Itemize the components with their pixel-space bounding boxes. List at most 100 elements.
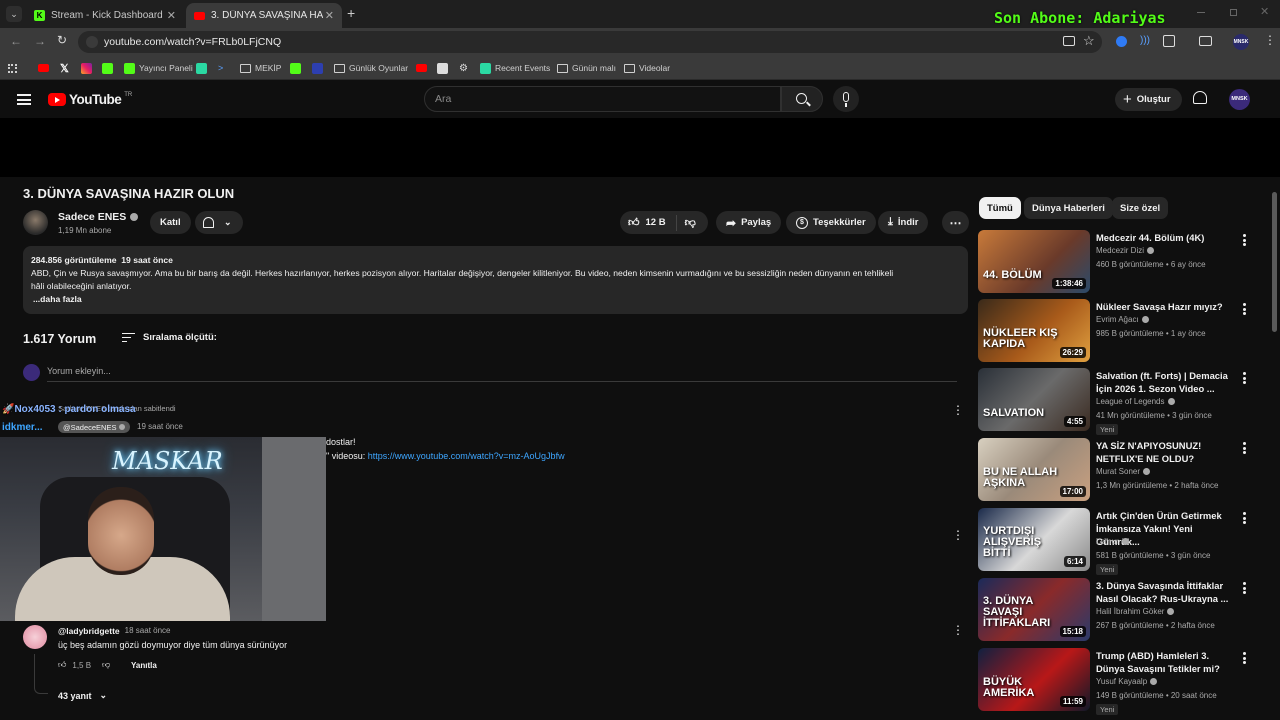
minimize-icon[interactable] [1197, 12, 1205, 13]
more-actions-button[interactable]: ⋯ [942, 211, 969, 234]
forward-icon[interactable]: → [34, 34, 46, 48]
create-button[interactable]: + Oluştur [1115, 88, 1182, 111]
window-close-icon[interactable]: ✕ [1260, 5, 1269, 18]
recommended-video-card[interactable]: 44. BÖLÜM 1:38:46 Medcezir 44. Bölüm (4K) M… [978, 230, 1268, 296]
site-info-icon[interactable] [86, 36, 98, 48]
video-player-area[interactable] [0, 118, 1280, 177]
chip-for-you[interactable]: Size özel [1112, 197, 1169, 219]
search-button[interactable] [781, 86, 823, 112]
like-button[interactable]: 👍︎ 12 B [620, 214, 677, 231]
tab-youtube-video[interactable]: 3. DÜNYA SAVAŞINA HAZIR OL ✕ [186, 3, 342, 28]
hamburger-menu-icon[interactable] [17, 94, 31, 105]
dislike-button[interactable]: 👎︎ [677, 216, 704, 229]
video-thumbnail[interactable]: 3. DÜNYA SAVAŞI İTTİFAKLARI 15:18 [978, 578, 1090, 641]
comment-options-icon[interactable]: ⋮ [952, 623, 964, 637]
channel-name[interactable]: Lemur [1096, 537, 1129, 546]
bookmark-app[interactable] [196, 61, 207, 75]
comment-options-icon[interactable]: ⋮ [952, 528, 964, 542]
chip-all[interactable]: Tümü [979, 197, 1021, 219]
add-comment-input[interactable]: Yorum ekleyin... [47, 366, 957, 382]
video-thumbnail[interactable]: NÜKLEER KIŞ KAPIDA 26:29 [978, 299, 1090, 362]
video-title[interactable]: Trump (ABD) Hamleleri 3. Dünya Savaşını … [1096, 649, 1236, 675]
more-options-icon[interactable] [1243, 512, 1246, 524]
description-box[interactable]: 284.856 görüntüleme 19 saat önce ABD, Çi… [23, 246, 968, 314]
more-options-icon[interactable] [1243, 372, 1246, 384]
recommended-video-card[interactable]: NÜKLEER KIŞ KAPIDA 26:29 Nükleer Savaşa Ha… [978, 299, 1268, 365]
more-options-icon[interactable] [1243, 234, 1246, 246]
maximize-icon[interactable] [1230, 9, 1237, 16]
close-icon[interactable]: ✕ [325, 9, 334, 22]
page-scrollbar[interactable] [1272, 192, 1277, 332]
channel-name[interactable]: Yusuf Kayaalp [1096, 677, 1158, 686]
recommended-video-card[interactable]: 3. DÜNYA SAVAŞI İTTİFAKLARI 15:18 3. Dünya… [978, 578, 1268, 644]
recommended-video-card[interactable]: BU NE ALLAH AŞKINA 17:00 YA SİZ N'APIYOSUN… [978, 438, 1268, 504]
video-title[interactable]: Nükleer Savaşa Hazır mıyız? [1096, 300, 1236, 313]
reload-icon[interactable]: ↻ [57, 33, 67, 47]
notifications-bell-icon[interactable] [1193, 91, 1207, 104]
share-button[interactable]: ➦ Paylaş [716, 211, 782, 234]
back-icon[interactable]: ← [10, 34, 22, 48]
channel-name[interactable]: Evrim Ağacı [1096, 315, 1149, 324]
channel-name[interactable]: Sadece ENES [58, 211, 139, 223]
search-input[interactable]: Ara [424, 86, 781, 112]
close-icon[interactable]: ✕ [167, 9, 176, 22]
bookmark-kick-2[interactable] [290, 61, 301, 75]
channel-name[interactable]: League of Legends [1096, 397, 1175, 406]
comment-avatar[interactable] [23, 625, 47, 649]
extension-icon[interactable] [1116, 36, 1127, 47]
recommended-video-card[interactable]: SALVATION 4:55 Salvation (ft. Forts) | Dem… [978, 368, 1268, 435]
tab-kick-dashboard[interactable]: K Stream - Kick Dashboard ✕ [26, 3, 184, 28]
browser-menu-icon[interactable]: ⋮ [1264, 33, 1276, 47]
video-thumbnail[interactable]: SALVATION 4:55 [978, 368, 1090, 431]
bookmark-instagram[interactable] [81, 61, 92, 75]
comment-author[interactable]: @ladybridgette [58, 626, 120, 636]
pinned-author-chip[interactable]: @SadeceENES [58, 421, 131, 433]
channel-avatar[interactable] [23, 210, 48, 235]
channel-name[interactable]: Halil İbrahim Göker [1096, 607, 1175, 616]
bookmark-x[interactable]: 𝕏 [60, 61, 69, 75]
extensions-puzzle-icon[interactable] [1163, 35, 1175, 47]
sort-button[interactable]: Sıralama ölçütü: [122, 332, 217, 343]
pinned-comment-options[interactable]: ⋮ [952, 403, 964, 417]
bookmark-openai[interactable]: ⚙ [459, 61, 468, 75]
bookmark-gunun-mali[interactable]: Günün malı [557, 61, 616, 75]
youtube-logo[interactable]: YouTube TR [48, 92, 132, 107]
video-title[interactable]: Salvation (ft. Forts) | Demacia İçin 202… [1096, 369, 1236, 395]
replies-toggle[interactable]: 43 yanıt ⌄ [58, 690, 107, 701]
more-options-icon[interactable] [1243, 582, 1246, 594]
comment-dislike-icon[interactable]: 👎︎ [102, 660, 110, 670]
bookmark-youtube[interactable] [38, 61, 49, 75]
recommended-video-card[interactable]: BÜYÜK AMERİKA 11:59 Trump (ABD) Hamleleri … [978, 648, 1268, 715]
pinned-link[interactable]: https://www.youtube.com/watch?v=mz-AoUgJ… [368, 451, 565, 461]
reply-button[interactable]: Yanıtla [131, 661, 157, 670]
account-avatar[interactable]: MNSK [1229, 89, 1250, 110]
video-thumbnail[interactable]: 44. BÖLÜM 1:38:46 [978, 230, 1090, 293]
bookmark-yayinci-paneli[interactable]: Yayıncı Paneli [124, 61, 193, 75]
download-button[interactable]: ⤓ İndir [878, 211, 929, 234]
tab-list-chevron-icon[interactable]: ⌄ [6, 6, 22, 22]
video-thumbnail[interactable]: YURTDIŞI ALIŞVERİŞ BİTTİ 6:14 [978, 508, 1090, 571]
bookmark-image[interactable] [437, 61, 448, 75]
bookmark-videolar[interactable]: Videolar [624, 61, 670, 75]
chip-world-news[interactable]: Dünya Haberleri [1024, 197, 1113, 219]
more-options-icon[interactable] [1243, 652, 1246, 664]
more-options-icon[interactable] [1243, 303, 1246, 315]
video-thumbnail[interactable]: BÜYÜK AMERİKA 11:59 [978, 648, 1090, 711]
bookmark-gunluk-oyunlar[interactable]: Günlük Oyunlar [334, 61, 408, 75]
bookmark-youtube-2[interactable] [416, 61, 427, 75]
bookmark-blue[interactable] [312, 61, 323, 75]
bookmark-mekip[interactable]: MEKİP [240, 61, 281, 75]
bookmark-star-icon[interactable]: ☆ [1083, 33, 1095, 49]
profile-avatar[interactable]: MNSK [1233, 34, 1249, 50]
apps-grid-icon[interactable] [8, 61, 17, 75]
video-title[interactable]: YA SİZ N'APIYOSUNUZ! NETFLIX'E NE OLDU? [1096, 439, 1236, 465]
bookmark-terminal[interactable]: > [218, 61, 223, 75]
channel-name[interactable]: Medcezir Dizi [1096, 246, 1155, 255]
channel-name[interactable]: Murat Soner [1096, 467, 1151, 476]
audio-extension-icon[interactable]: ))) [1140, 35, 1150, 46]
bookmark-kick-1[interactable] [102, 61, 113, 75]
recommended-video-card[interactable]: YURTDIŞI ALIŞVERİŞ BİTTİ 6:14 Artık Çin'de… [978, 508, 1268, 575]
video-thumbnail[interactable]: BU NE ALLAH AŞKINA 17:00 [978, 438, 1090, 501]
bookmark-recent-events[interactable]: Recent Events [480, 61, 550, 75]
comment-like-button[interactable]: 👍︎ 1,5 B [58, 660, 91, 670]
